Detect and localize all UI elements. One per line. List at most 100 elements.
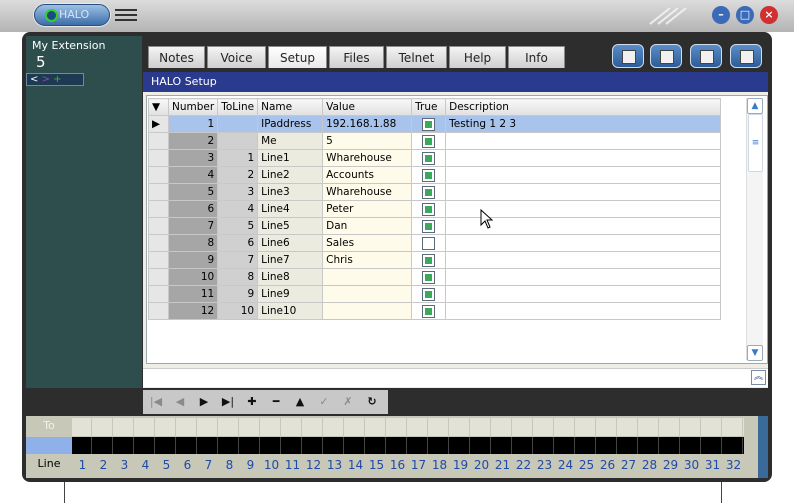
to-cell[interactable] (660, 418, 680, 436)
cell-toline[interactable]: 6 (217, 234, 259, 252)
last-record-icon[interactable]: ▶| (220, 395, 236, 409)
to-cell[interactable] (723, 418, 743, 436)
to-cell[interactable] (345, 418, 365, 436)
cell-value[interactable]: Wharehouse (322, 149, 413, 167)
menu-icon[interactable] (115, 7, 137, 23)
to-cell[interactable] (681, 418, 701, 436)
row-selector-header[interactable]: ▼ (148, 98, 169, 116)
to-cell[interactable] (303, 418, 323, 436)
row-selector[interactable] (148, 285, 169, 303)
line-number[interactable]: 12 (303, 456, 324, 474)
col-name[interactable]: Name (257, 98, 324, 116)
cell-true[interactable] (411, 268, 447, 286)
line-number[interactable]: 9 (240, 456, 261, 474)
cell-true[interactable] (411, 166, 447, 184)
cell-description[interactable] (445, 251, 722, 269)
cell-toline[interactable]: 4 (217, 200, 259, 218)
table-row[interactable]: 4 2 Line2 Accounts (148, 166, 722, 184)
true-checkbox[interactable] (422, 117, 436, 131)
to-cell[interactable] (702, 418, 722, 436)
true-checkbox[interactable] (422, 304, 436, 318)
cell-toline[interactable]: 1 (217, 149, 259, 167)
halo-logo-button[interactable]: HALO (34, 4, 110, 26)
splitter-right[interactable] (721, 482, 722, 503)
true-checkbox[interactable] (422, 202, 436, 216)
cell-value[interactable]: Accounts (322, 166, 413, 184)
line-status-cell[interactable] (513, 437, 533, 454)
cell-description[interactable] (445, 149, 722, 167)
cell-description[interactable] (445, 234, 722, 252)
true-checkbox[interactable] (422, 151, 436, 165)
transfer-icon[interactable] (690, 44, 722, 68)
post-edit-icon[interactable]: ✓ (316, 395, 332, 409)
row-selector[interactable] (148, 234, 169, 252)
to-cell[interactable] (513, 418, 533, 436)
line-status-cell[interactable] (471, 437, 491, 454)
maximize-icon[interactable]: □ (736, 6, 754, 24)
cell-number[interactable]: 3 (167, 149, 219, 167)
cell-toline[interactable]: 3 (217, 183, 259, 201)
cell-toline[interactable]: 8 (217, 268, 259, 286)
line-number[interactable]: 31 (702, 456, 723, 474)
line-status-cell[interactable] (408, 437, 428, 454)
cell-name[interactable]: Line10 (257, 302, 324, 320)
line-number[interactable]: 17 (408, 456, 429, 474)
scroll-up-icon[interactable]: ▲ (747, 98, 763, 114)
to-cell[interactable] (492, 418, 512, 436)
cell-toline[interactable]: 9 (217, 285, 259, 303)
cell-true[interactable] (411, 149, 447, 167)
cell-number[interactable]: 10 (167, 268, 219, 286)
to-cell[interactable] (639, 418, 659, 436)
cell-name[interactable]: Line4 (257, 200, 324, 218)
col-toline[interactable]: ToLine (217, 98, 259, 116)
cell-name[interactable]: Line1 (257, 149, 324, 167)
to-cell[interactable] (534, 418, 554, 436)
line-status-cell[interactable] (303, 437, 323, 454)
cell-description[interactable] (445, 302, 722, 320)
line-number[interactable]: 7 (198, 456, 219, 474)
table-row[interactable]: 7 5 Line5 Dan (148, 217, 722, 235)
line-number[interactable]: 26 (597, 456, 618, 474)
cell-value[interactable] (322, 268, 413, 286)
line-status-cell[interactable] (723, 437, 743, 454)
cell-value[interactable]: Peter (322, 200, 413, 218)
cell-name[interactable]: Line2 (257, 166, 324, 184)
line-status-cell[interactable] (597, 437, 617, 454)
true-checkbox[interactable] (422, 219, 436, 233)
to-cell[interactable] (261, 418, 281, 436)
to-cell[interactable] (387, 418, 407, 436)
line-number[interactable]: 10 (261, 456, 282, 474)
refresh-icon[interactable]: ↻ (364, 395, 380, 409)
line-status-cell[interactable] (450, 437, 470, 454)
cell-true[interactable] (411, 200, 447, 218)
prev-extension-button[interactable]: < (30, 74, 38, 85)
cell-description[interactable]: Testing 1 2 3 (445, 115, 722, 133)
line-status-cell[interactable] (177, 437, 197, 454)
line-status-cell[interactable] (702, 437, 722, 454)
line-number[interactable]: 29 (660, 456, 681, 474)
cell-value[interactable]: Chris (322, 251, 413, 269)
to-cell[interactable] (114, 418, 134, 436)
line-number[interactable]: 13 (324, 456, 345, 474)
cell-number[interactable]: 8 (167, 234, 219, 252)
line-number[interactable]: 11 (282, 456, 303, 474)
cell-number[interactable]: 1 (167, 115, 219, 133)
table-row[interactable]: 3 1 Line1 Wharehouse (148, 149, 722, 167)
line-status-cell[interactable] (618, 437, 638, 454)
line-number[interactable]: 6 (177, 456, 198, 474)
to-cell[interactable] (597, 418, 617, 436)
to-cell[interactable] (156, 418, 176, 436)
tab-voice[interactable]: Voice (207, 46, 266, 68)
cell-name[interactable]: Line3 (257, 183, 324, 201)
line-number[interactable]: 27 (618, 456, 639, 474)
true-checkbox[interactable] (422, 134, 436, 148)
cell-description[interactable] (445, 166, 722, 184)
to-cell[interactable] (72, 418, 92, 436)
prev-record-icon[interactable]: ◀ (172, 395, 188, 409)
to-cell[interactable] (324, 418, 344, 436)
line-number[interactable]: 32 (723, 456, 744, 474)
line-number[interactable]: 16 (387, 456, 408, 474)
line-number[interactable]: 3 (114, 456, 135, 474)
cell-description[interactable] (445, 183, 722, 201)
line-status-cell[interactable] (72, 437, 92, 454)
